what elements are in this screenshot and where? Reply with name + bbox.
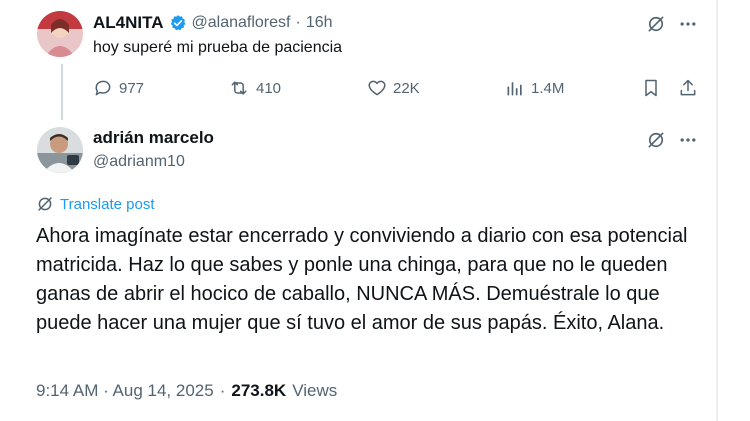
post-meta: 9:14 AM · Aug 14, 2025 · 273.8K Views <box>36 381 337 401</box>
views-count: 1.4M <box>531 79 565 97</box>
display-name[interactable]: AL4NITA <box>93 13 164 33</box>
bookmark-icon[interactable] <box>641 78 661 98</box>
translate-label[interactable]: Translate post <box>60 196 155 213</box>
more-icon[interactable] <box>678 15 698 33</box>
like-icon <box>367 78 387 98</box>
repost-button[interactable]: 410 <box>228 78 281 98</box>
meta-separator: · <box>219 381 226 400</box>
first-tweet-header: AL4NITA @alanafloresf · 16h <box>93 13 333 33</box>
translate-globe-icon <box>36 195 54 213</box>
reply-grok-icon[interactable] <box>646 130 666 150</box>
reply-button[interactable]: 977 <box>93 78 144 98</box>
reply-count: 977 <box>119 79 145 97</box>
share-icon[interactable] <box>678 78 698 98</box>
panel-divider <box>716 0 718 421</box>
reply-icon <box>93 78 113 98</box>
like-button[interactable]: 22K <box>367 78 420 98</box>
grok-icon[interactable] <box>646 14 666 34</box>
handle[interactable]: @alanafloresf <box>192 14 291 32</box>
translate-post-link[interactable]: Translate post <box>36 195 155 213</box>
post-views-label: Views <box>292 381 338 400</box>
avatar-adrian[interactable] <box>37 127 83 173</box>
avatar-alanita[interactable] <box>37 11 83 57</box>
repost-count: 410 <box>256 79 282 97</box>
first-tweet-text: hoy superé mi prueba de paciencia <box>93 39 343 56</box>
views-icon <box>505 78 525 98</box>
reply-tweet-text: Ahora imagínate estar encerrado y conviv… <box>36 225 688 334</box>
post-timestamp[interactable]: 9:14 AM · Aug 14, 2025 <box>36 381 214 401</box>
post-views-count: 273.8K <box>231 381 287 400</box>
like-count: 22K <box>393 79 420 97</box>
verified-badge-icon <box>169 14 187 32</box>
reply-more-icon[interactable] <box>678 131 698 149</box>
reply-display-name[interactable]: adrián marcelo <box>93 128 214 148</box>
reply-handle[interactable]: @adrianm10 <box>93 153 185 171</box>
views-button[interactable]: 1.4M <box>505 78 564 98</box>
separator-dot: · <box>295 14 301 31</box>
thread-connector-line <box>61 64 63 120</box>
repost-icon <box>228 78 250 98</box>
post-time[interactable]: 16h <box>306 14 333 32</box>
